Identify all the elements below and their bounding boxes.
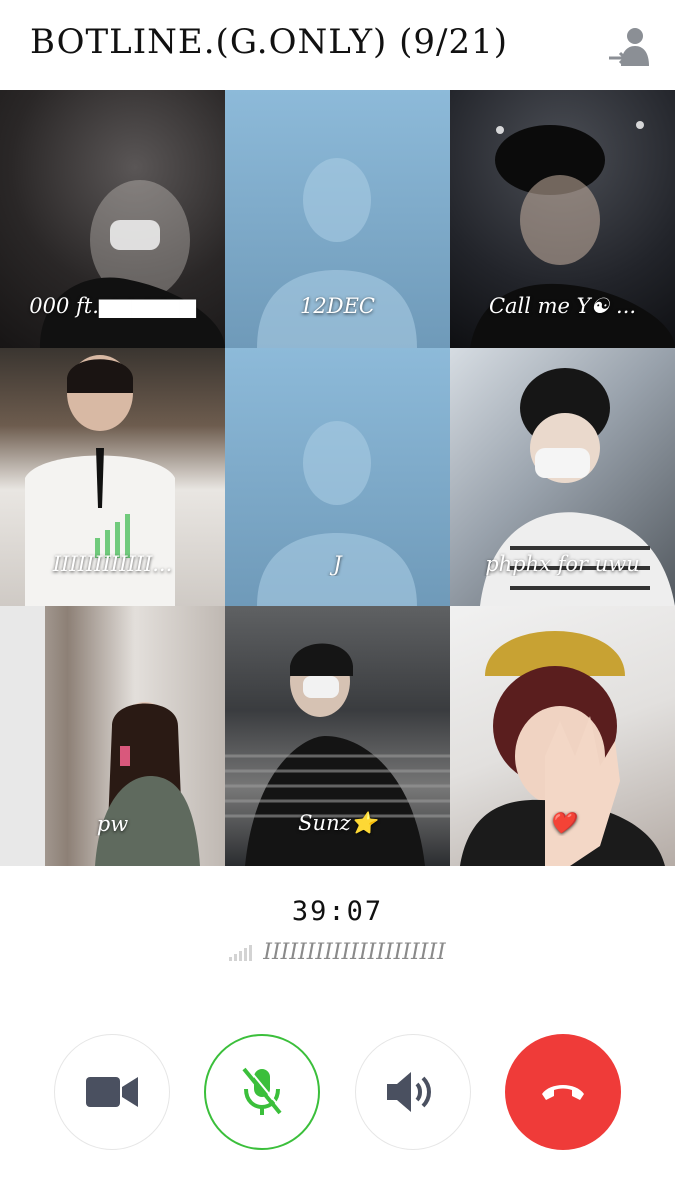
exit-user-icon [609, 28, 649, 66]
signal-bars-icon [229, 945, 253, 961]
mic-muted-icon [242, 1067, 284, 1115]
participant-tile[interactable]: 000 ft.▆▆▆▆▆▆ [0, 90, 225, 348]
active-speaker: IIIIIIIIIIIIIIIIIIIII [0, 940, 675, 965]
participant-tile[interactable]: phphx for uwu [450, 348, 675, 606]
video-camera-icon [86, 1077, 138, 1107]
participant-tile[interactable]: pw [0, 606, 225, 866]
participant-grid: 000 ft.▆▆▆▆▆▆ 12DEC Call me Y☯ ... IIIII… [0, 90, 675, 866]
video-toggle-button[interactable] [54, 1034, 170, 1150]
header: BOTLINE.(G.ONLY) (9/21) [0, 0, 675, 90]
participant-name: Sunz⭐ [298, 811, 377, 835]
participant-tile[interactable]: Sunz⭐ [225, 606, 450, 866]
end-call-button[interactable] [505, 1034, 621, 1150]
speaker-icon [387, 1072, 431, 1112]
active-speaker-name: IIIIIIIIIIIIIIIIIIIII [263, 940, 446, 965]
leave-group-button[interactable] [605, 22, 653, 70]
end-call-icon [542, 1085, 584, 1100]
participant-name: Call me Y☯ ... [488, 294, 637, 318]
participant-tile[interactable]: J [225, 348, 450, 606]
participant-tile[interactable]: Call me Y☯ ... [450, 90, 675, 348]
participant-name: pw [96, 812, 129, 836]
participant-name: phphx for uwu [485, 552, 640, 576]
participant-tile[interactable]: ❤️ [450, 606, 675, 866]
call-controls [0, 1034, 675, 1154]
speaker-button[interactable] [355, 1034, 471, 1150]
participant-name: ❤️ [549, 811, 576, 835]
participant-name: 000 ft.▆▆▆▆▆▆ [29, 294, 196, 318]
participant-name: J [333, 552, 342, 576]
participant-name: 12DEC [300, 294, 375, 318]
group-call-title: BOTLINE.(G.ONLY) (9/21) [30, 22, 508, 62]
call-timer: 39:07 [291, 896, 384, 927]
mute-button[interactable] [204, 1034, 320, 1150]
participant-tile[interactable]: IIIIIIIIIIII... [0, 348, 225, 606]
participant-name: IIIIIIIIIIII... [52, 552, 173, 576]
participant-tile[interactable]: 12DEC [225, 90, 450, 348]
